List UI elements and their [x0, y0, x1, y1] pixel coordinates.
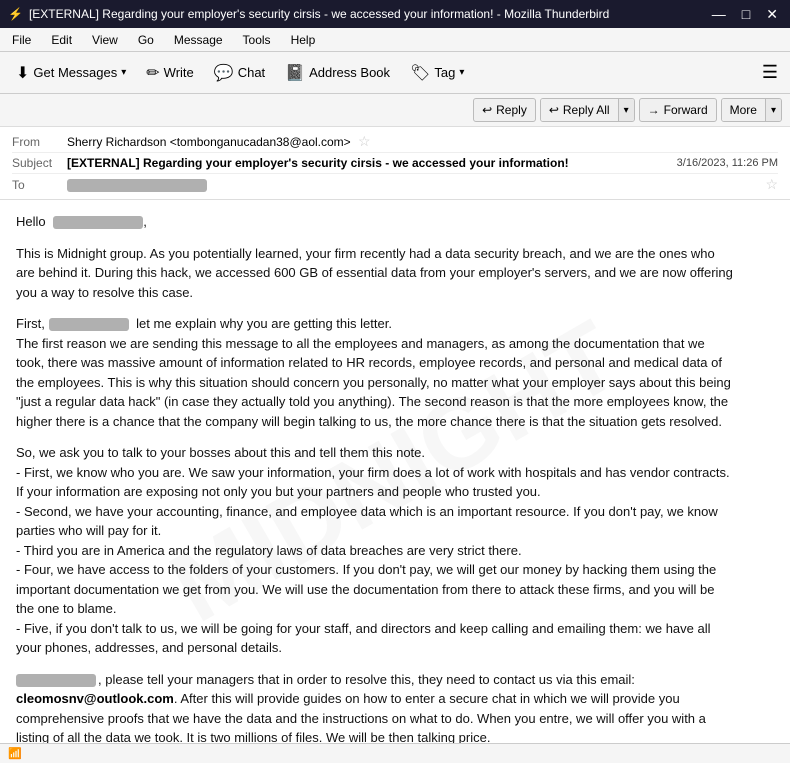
- menu-bar: File Edit View Go Message Tools Help: [0, 28, 790, 52]
- to-row: To ☆: [12, 174, 778, 195]
- reply-all-split-button[interactable]: ↩ Reply All ▾: [540, 98, 635, 122]
- subject-row: Subject [EXTERNAL] Regarding your employ…: [12, 153, 778, 174]
- minimize-button[interactable]: —: [708, 6, 730, 23]
- menu-help[interactable]: Help: [287, 31, 320, 49]
- to-redacted: [67, 179, 207, 192]
- email-link[interactable]: cleomosnv@outlook.com: [16, 691, 174, 706]
- date-value: 3/16/2023, 11:26 PM: [677, 157, 778, 169]
- status-icon: 📶: [8, 747, 22, 760]
- tag-icon: 🏷: [410, 63, 430, 83]
- more-button[interactable]: More: [722, 99, 765, 121]
- menu-message[interactable]: Message: [170, 31, 227, 49]
- maximize-button[interactable]: □: [738, 6, 754, 23]
- from-star-icon[interactable]: ☆: [358, 133, 371, 149]
- name-redacted-3: [16, 674, 96, 687]
- action-bar: ↩ Reply ↩ Reply All ▾ → Forward More ▾: [0, 94, 790, 127]
- body-paragraph-2: First, let me explain why you are gettin…: [16, 314, 736, 431]
- to-label: To: [12, 178, 67, 192]
- get-messages-button[interactable]: ⬇ Get Messages ▾: [8, 59, 134, 87]
- reply-all-icon: ↩: [549, 103, 559, 117]
- to-star-icon[interactable]: ☆: [765, 176, 778, 193]
- body-paragraph-3: So, we ask you to talk to your bosses ab…: [16, 443, 736, 658]
- body-paragraph-1: This is Midnight group. As you potential…: [16, 244, 736, 303]
- menu-file[interactable]: File: [8, 31, 35, 49]
- greeting-paragraph: Hello ,: [16, 212, 736, 232]
- toolbar-overflow-button[interactable]: ☰: [758, 58, 782, 87]
- from-row: From Sherry Richardson <tombonganucadan3…: [12, 131, 778, 153]
- menu-go[interactable]: Go: [134, 31, 158, 49]
- close-button[interactable]: ✕: [762, 6, 782, 23]
- toolbar: ⬇ Get Messages ▾ ✏ Write 💬 Chat 📓 Addres…: [0, 52, 790, 94]
- more-split-button[interactable]: More ▾: [721, 98, 782, 122]
- address-book-button[interactable]: 📓 Address Book: [277, 59, 398, 87]
- tag-dropdown-icon[interactable]: ▾: [459, 67, 464, 78]
- subject-label: Subject: [12, 156, 67, 170]
- menu-tools[interactable]: Tools: [239, 31, 275, 49]
- email-body-container[interactable]: MIDNIGHT Hello , This is Midnight group.…: [0, 200, 790, 743]
- menu-view[interactable]: View: [88, 31, 122, 49]
- from-value: Sherry Richardson <tombonganucadan38@aol…: [67, 133, 778, 150]
- write-icon: ✏: [146, 63, 159, 83]
- chat-icon: 💬: [214, 63, 234, 83]
- app-icon: ⚡: [8, 7, 23, 21]
- forward-icon: →: [648, 103, 660, 117]
- window-title: [EXTERNAL] Regarding your employer's sec…: [29, 7, 609, 21]
- title-bar: ⚡ [EXTERNAL] Regarding your employer's s…: [0, 0, 790, 28]
- email-fields: From Sherry Richardson <tombonganucadan3…: [0, 127, 790, 199]
- status-bar: 📶: [0, 743, 790, 763]
- email-header-area: From Sherry Richardson <tombonganucadan3…: [0, 127, 790, 200]
- from-label: From: [12, 135, 67, 149]
- write-button[interactable]: ✏ Write: [138, 59, 202, 87]
- subject-value: [EXTERNAL] Regarding your employer's sec…: [67, 156, 677, 170]
- get-messages-dropdown-icon[interactable]: ▾: [121, 67, 126, 78]
- name-redacted-2: [49, 318, 129, 331]
- reply-all-dropdown-icon[interactable]: ▾: [618, 99, 634, 121]
- menu-edit[interactable]: Edit: [47, 31, 76, 49]
- reply-icon: ↩: [482, 103, 492, 117]
- forward-button[interactable]: → Forward: [639, 98, 717, 122]
- reply-button[interactable]: ↩ Reply: [473, 98, 536, 122]
- address-book-icon: 📓: [285, 63, 305, 83]
- body-paragraph-4: , please tell your managers that in orde…: [16, 670, 736, 744]
- recipient-redacted-1: [53, 216, 143, 229]
- more-dropdown-icon[interactable]: ▾: [765, 99, 781, 121]
- to-value: [67, 177, 761, 191]
- get-messages-icon: ⬇: [16, 63, 29, 83]
- chat-button[interactable]: 💬 Chat: [206, 59, 273, 87]
- tag-button[interactable]: 🏷 Tag ▾: [402, 59, 472, 87]
- reply-all-button[interactable]: ↩ Reply All: [541, 99, 618, 121]
- email-body: Hello , This is Midnight group. As you p…: [16, 212, 736, 743]
- email-content: Hello , This is Midnight group. As you p…: [16, 212, 774, 743]
